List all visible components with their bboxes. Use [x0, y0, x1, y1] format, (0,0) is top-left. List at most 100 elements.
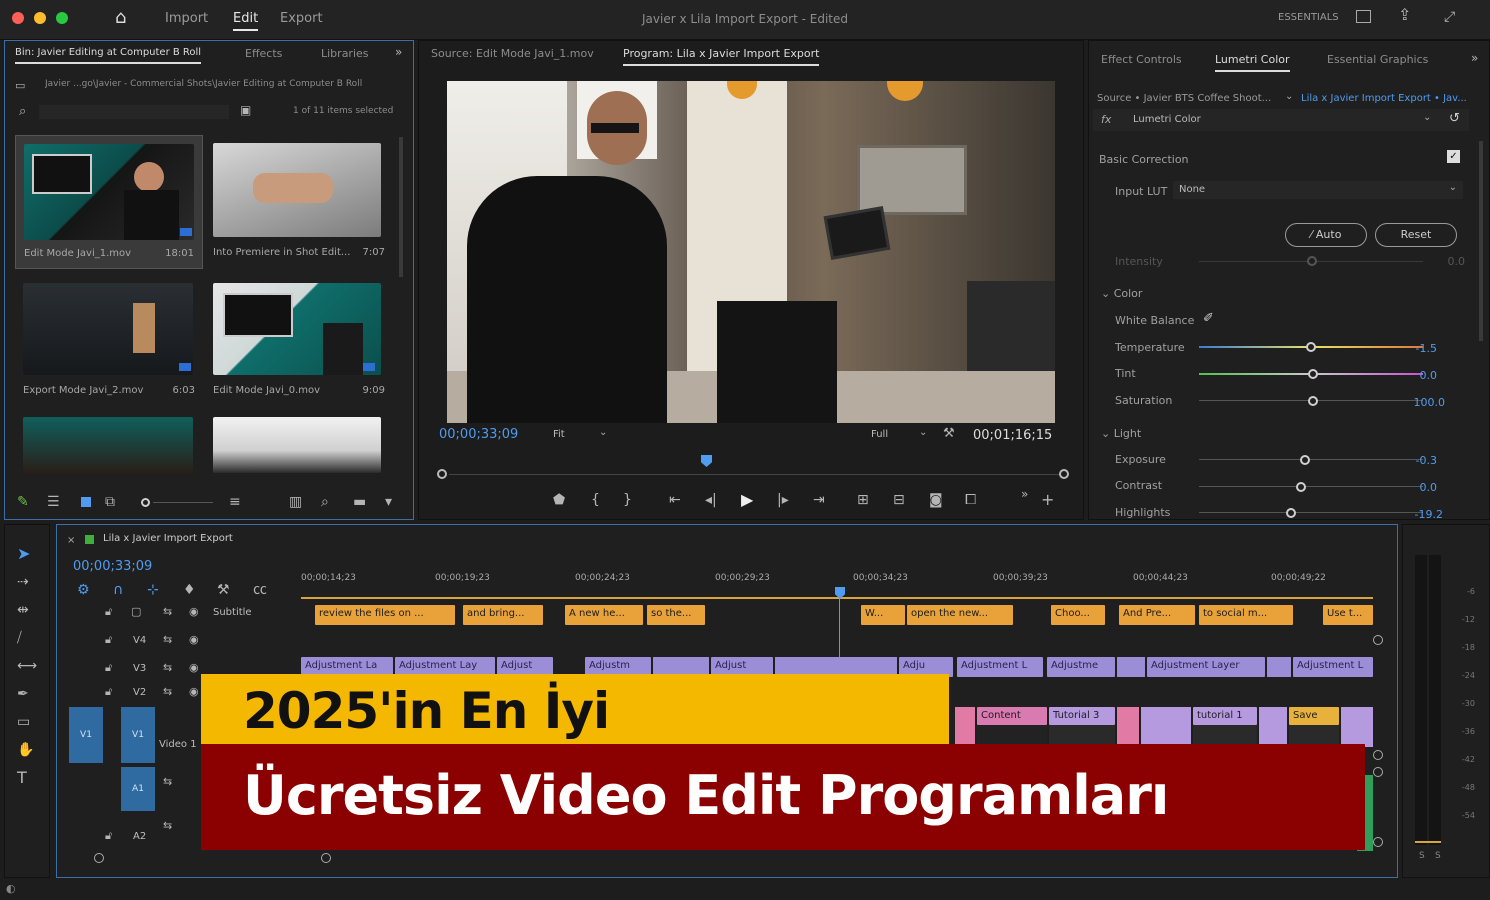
go-to-out-icon[interactable]: ⇥ — [813, 491, 825, 509]
sync-lock-icon[interactable]: ⇆ — [163, 603, 172, 621]
workspace-panel-icon[interactable] — [1356, 10, 1371, 23]
nav-edit[interactable]: Edit — [233, 11, 259, 31]
tint-knob[interactable] — [1308, 369, 1318, 379]
slip-icon[interactable]: ⟷ — [17, 657, 37, 675]
marker-icon[interactable]: ⬟ — [553, 491, 565, 509]
workspace-label[interactable]: ESSENTIALS — [1278, 12, 1339, 23]
effect-row[interactable]: fx Lumetri Color ⌄ ↺ — [1093, 109, 1469, 131]
caption-clip[interactable]: A new he... — [565, 605, 643, 625]
video-clip[interactable]: Save — [1289, 707, 1339, 725]
sync-lock-icon[interactable]: ⇆ — [163, 631, 172, 649]
adjustment-clip[interactable]: Adjustment L — [1293, 657, 1373, 677]
captions-icon[interactable]: ㏄ — [253, 581, 267, 599]
eyedropper-icon[interactable]: ✐ — [1203, 311, 1214, 326]
video-clip[interactable] — [1141, 707, 1191, 747]
video-clip[interactable] — [1341, 707, 1373, 747]
scroll-handle[interactable] — [1373, 837, 1383, 847]
highlights-knob[interactable] — [1286, 508, 1296, 518]
out-handle[interactable] — [1059, 469, 1069, 479]
caption-clip[interactable]: Choo... — [1051, 605, 1105, 625]
hand-icon[interactable]: ✋ — [17, 741, 34, 759]
icon-view-icon[interactable] — [81, 497, 91, 507]
track-target-v1[interactable]: V1 — [121, 707, 155, 763]
fullscreen-icon[interactable]: ⤢ — [1444, 8, 1455, 26]
play-icon[interactable]: ▶ — [741, 491, 753, 509]
adjustment-clip[interactable] — [1117, 657, 1145, 677]
tab-essential-graphics[interactable]: Essential Graphics — [1327, 53, 1428, 66]
camera-icon[interactable]: ◙ — [929, 491, 943, 509]
mark-in-icon[interactable]: { — [591, 491, 600, 509]
compare-icon[interactable]: ⧠ — [965, 491, 976, 509]
scrollbar[interactable] — [1479, 141, 1483, 341]
fit-dropdown[interactable]: Fit — [553, 429, 565, 440]
nav-export[interactable]: Export — [280, 11, 323, 26]
lock-icon[interactable]: 🔓︎ — [105, 827, 112, 845]
basic-correction-checkbox[interactable]: ✓ — [1447, 150, 1460, 163]
pen-icon[interactable]: ✒ — [17, 685, 29, 703]
contrast-value[interactable]: 0.0 — [1397, 481, 1438, 494]
scroll-handle[interactable] — [1373, 635, 1383, 645]
list-item[interactable]: Edit Mode Javi_1.mov 18:01 — [15, 135, 203, 269]
zoom-slider[interactable] — [153, 502, 213, 503]
adjustment-clip[interactable]: Adjustme — [1047, 657, 1115, 677]
ripple-edit-icon[interactable]: ⇹ — [17, 601, 29, 619]
clip-thumbnail[interactable] — [23, 417, 193, 473]
trash-icon[interactable]: ▾ — [385, 493, 392, 511]
track-target-a1[interactable]: A1 — [121, 767, 155, 811]
home-icon[interactable]: ⌂ — [115, 9, 126, 27]
caption-clip[interactable]: Use t... — [1323, 605, 1373, 625]
timeline-timecode[interactable]: 00;00;33;09 — [73, 559, 152, 574]
chevron-down-icon[interactable]: ⌄ — [919, 427, 927, 438]
solo-left-button[interactable]: S — [1419, 851, 1425, 861]
saturation-knob[interactable] — [1308, 396, 1318, 406]
close-window-button[interactable] — [12, 12, 24, 24]
add-button-icon[interactable]: + — [1041, 491, 1054, 509]
search-icon[interactable]: ⌕ — [19, 103, 26, 121]
highlights-slider[interactable] — [1199, 512, 1423, 513]
pencil-icon[interactable]: ✎ — [17, 493, 29, 511]
scroll-handle[interactable] — [1373, 767, 1383, 777]
caption-clip[interactable]: open the new... — [907, 605, 1013, 625]
list-item[interactable]: Export Mode Javi_2.mov 6:03 — [15, 277, 203, 407]
exposure-slider[interactable] — [1199, 459, 1423, 460]
clip-thumbnail[interactable] — [213, 417, 381, 473]
auto-button[interactable]: ⁄ Auto — [1285, 223, 1367, 247]
caption-clip[interactable]: And Pre... — [1119, 605, 1195, 625]
insert-icon[interactable]: ⊞ — [857, 491, 869, 509]
selection-tool-icon[interactable]: ➤ — [17, 545, 30, 563]
caption-clip[interactable]: to social m... — [1199, 605, 1293, 625]
step-back-icon[interactable]: ◂| — [705, 491, 717, 509]
chevron-down-icon[interactable]: ⌄ — [599, 427, 607, 438]
reset-button[interactable]: Reset — [1375, 223, 1457, 247]
caption-clip[interactable]: review the files on ... — [315, 605, 455, 625]
overwrite-icon[interactable]: ⊟ — [893, 491, 905, 509]
scrollbar[interactable] — [399, 137, 403, 277]
intensity-knob[interactable] — [1307, 256, 1317, 266]
video-clip[interactable]: tutorial 1 — [1193, 707, 1257, 725]
caption-clip[interactable]: W... — [861, 605, 905, 625]
zoom-slider-knob[interactable] — [141, 498, 150, 507]
contrast-knob[interactable] — [1296, 482, 1306, 492]
sort-icon[interactable]: ≡ — [229, 493, 241, 511]
highlights-value[interactable]: -19.2 — [1403, 508, 1443, 521]
search-input[interactable] — [39, 105, 229, 119]
chevron-down-icon[interactable]: ⌄ — [1285, 91, 1293, 102]
contrast-slider[interactable] — [1199, 486, 1423, 487]
tab-libraries[interactable]: Libraries — [321, 47, 369, 60]
sync-lock-icon[interactable]: ⇆ — [163, 683, 172, 701]
sequence-target-label[interactable]: Lila x Javier Import Export • Jav... — [1301, 93, 1467, 104]
zoom-handle-right[interactable] — [321, 853, 331, 863]
more-panels-icon[interactable]: » — [395, 43, 402, 61]
add-marker-icon[interactable]: ♦ — [183, 581, 196, 599]
playhead-marker[interactable] — [701, 455, 712, 467]
chevron-down-icon[interactable]: ⌄ — [1423, 112, 1431, 123]
list-item[interactable]: Edit Mode Javi_0.mov 9:09 — [209, 277, 393, 407]
nest-icon[interactable]: ⚙ — [77, 581, 90, 599]
new-bin-icon[interactable]: ▣ — [240, 101, 251, 119]
tab-program[interactable]: Program: Lila x Javier Import Export — [623, 47, 820, 66]
rectangle-icon[interactable]: ▭ — [17, 713, 30, 731]
wrench-icon[interactable]: ⚒ — [943, 425, 955, 443]
more-icon[interactable]: » — [1021, 485, 1028, 503]
video-clip[interactable] — [1259, 707, 1287, 747]
minimize-window-button[interactable] — [34, 12, 46, 24]
